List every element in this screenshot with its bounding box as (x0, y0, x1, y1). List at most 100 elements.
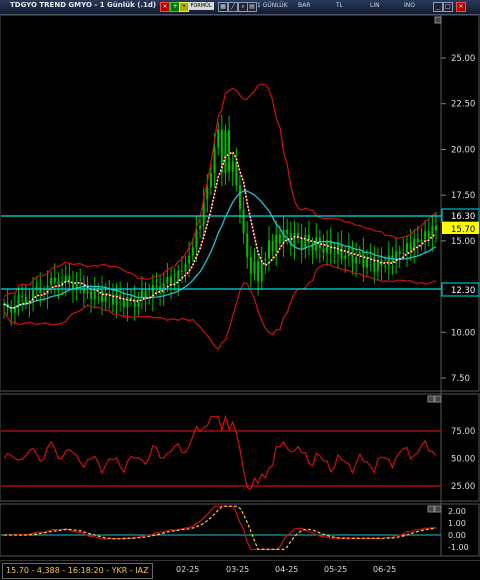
candle-body (344, 255, 347, 259)
candle-body (387, 255, 390, 266)
candle-body (235, 161, 238, 186)
close-icon[interactable]: × (160, 2, 170, 12)
bollinger-upper-band (3, 83, 437, 298)
candle-body (409, 243, 412, 251)
price-candles (3, 114, 437, 326)
rsi-tick-label: 75.00 (451, 427, 475, 437)
candle-body (275, 234, 278, 252)
chart-title: TDGYO TREND GMYO - 1 Günlük (.1d) (10, 1, 157, 9)
rsi-tick-label: 50.00 (451, 455, 475, 465)
candle-body (398, 251, 401, 254)
candle-body (21, 296, 24, 298)
candle-body (427, 231, 430, 239)
candle-body (137, 298, 140, 307)
price-tick-label: 25.00 (451, 54, 475, 64)
candle-body (166, 276, 169, 284)
candle-body (405, 243, 408, 253)
candle-body (224, 130, 227, 173)
candle-body (206, 186, 209, 200)
candle-body (90, 290, 93, 299)
candle-body (155, 285, 158, 287)
ino-button[interactable]: INO (404, 2, 415, 9)
candle-body (420, 239, 423, 243)
candle-body (86, 290, 89, 293)
macd-panel-min-button[interactable] (427, 505, 435, 513)
candle-body (144, 290, 147, 298)
minimize-icon[interactable]: _ (433, 2, 443, 12)
x-label-jun: 06-25 (373, 565, 397, 574)
candle-body (435, 225, 437, 231)
macd-tick-label: 1.00 (448, 519, 466, 528)
macd-signal-line (4, 505, 437, 550)
candle-body (351, 247, 354, 264)
period-selector[interactable]: 1 GÜNLÜK (257, 2, 288, 9)
candle-body (228, 130, 231, 172)
candle-body (184, 263, 187, 272)
candle-body (246, 233, 249, 258)
candle-body (304, 235, 307, 249)
status-readout: 15.70 - 4,388 - 16:18:20 - YKR - IAZ (2, 563, 153, 579)
grid-icon[interactable]: ▦ (218, 2, 228, 12)
status-bar: 15.70 - 4,388 - 16:18:20 - YKR - IAZ 02-… (0, 560, 480, 580)
macd-panel-frame (0, 503, 480, 557)
moving-average-long (3, 190, 437, 309)
rsi-panel-close-button[interactable] (434, 395, 442, 403)
macd-panel-close-button[interactable] (434, 505, 442, 513)
formula-button[interactable]: FORMÜL (188, 2, 214, 10)
candle-body (24, 296, 27, 304)
price-tick-label: 10.00 (451, 328, 475, 338)
candle-body (213, 147, 216, 173)
x-label-apr: 04-25 (275, 565, 299, 574)
candle-body (300, 237, 303, 249)
price-panel-button[interactable] (434, 16, 442, 24)
last-price-label: 15.70 (451, 225, 475, 235)
window-close-icon[interactable]: × (456, 2, 466, 12)
candle-body (217, 129, 220, 148)
x-label-feb: 02-25 (176, 565, 200, 574)
candle-body (253, 261, 256, 274)
upper-level-label: 16.30 (451, 212, 475, 222)
candle-body (333, 253, 336, 255)
candle-body (238, 185, 241, 210)
candle-body (260, 260, 263, 282)
tl-button[interactable]: TL (336, 2, 343, 9)
candle-body (362, 251, 365, 268)
candle-body (126, 296, 129, 308)
candle-body (180, 270, 183, 272)
candle-body (122, 299, 125, 308)
price-tick-label: 20.00 (451, 145, 475, 155)
candle-body (39, 286, 42, 293)
x-label-may: 05-25 (324, 565, 348, 574)
candle-body (278, 234, 281, 244)
candle-body (271, 240, 274, 252)
price-tick-label: 7.50 (451, 374, 470, 384)
chart-area[interactable]: 25.0022.5020.0017.5015.0012.5010.007.50 … (0, 14, 480, 560)
candle-body (249, 257, 252, 274)
candle-body (231, 161, 234, 172)
macd-tick-label: 0.00 (448, 531, 466, 540)
candle-body (130, 296, 133, 300)
candle-body (293, 233, 296, 246)
rsi-panel-min-button[interactable] (427, 395, 435, 403)
lin-button[interactable]: LIN (370, 2, 380, 9)
maximize-icon[interactable]: □ (443, 2, 453, 12)
rsi-axis: 75.00 50.00 25.00 (451, 427, 475, 492)
line-icon[interactable]: ╱ (228, 2, 238, 12)
print-icon[interactable]: ▤ (247, 2, 257, 12)
price-tick-label: 17.50 (451, 191, 475, 201)
candle-body (268, 240, 271, 259)
rsi-tick-label: 25.00 (451, 482, 475, 492)
macd-tick-label: 2.00 (448, 507, 466, 516)
candle-body (355, 256, 358, 264)
candle-body (366, 258, 369, 268)
candle-body (384, 265, 387, 267)
candle-body (416, 238, 419, 243)
macd-axis: 2.00 1.00 0.00 -1.00 (448, 507, 469, 552)
bar-mode-button[interactable]: BAR (298, 2, 310, 9)
candle-body (286, 229, 289, 234)
chart-toolbar: TDGYO TREND GMYO - 1 Günlük (.1d) × + • … (0, 0, 480, 15)
candle-body (50, 277, 53, 286)
candle-body (242, 209, 245, 234)
rsi-line (3, 414, 437, 491)
x-label-mar: 03-25 (226, 565, 250, 574)
